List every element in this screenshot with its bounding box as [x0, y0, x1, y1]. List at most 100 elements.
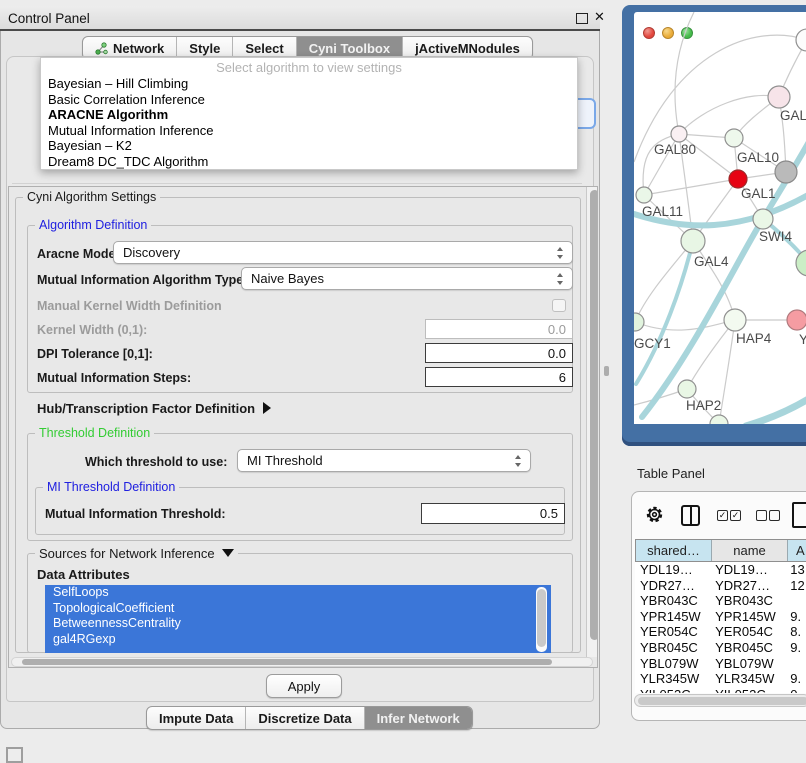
node-label: GAL1 [741, 186, 776, 201]
table-row[interactable]: YIL052CYIL052C0. [635, 687, 806, 693]
node-label: GAL10 [737, 150, 779, 165]
network-node-gal4[interactable] [681, 229, 705, 253]
algorithm-definition-title: Algorithm Definition [35, 218, 151, 232]
network-node-hap2[interactable] [678, 380, 696, 398]
network-view-window: GAL GAL80 GAL10 GAL1 GAL11 SWI4 GAL4 GCY… [622, 5, 806, 446]
table-horizontal-scrollbar[interactable] [634, 694, 806, 707]
function-builder-icon[interactable] [792, 502, 806, 528]
data-attributes-label: Data Attributes [37, 567, 130, 582]
aracne-mode-label: Aracne Mode: [37, 247, 120, 261]
columns-icon[interactable] [681, 505, 700, 526]
column-header-name[interactable]: name [712, 540, 788, 561]
network-node-gal11[interactable] [636, 187, 652, 203]
dpi-tolerance-label: DPI Tolerance [0,1]: [37, 347, 153, 361]
node-label: GAL [780, 108, 806, 123]
data-attributes-list: SelfLoops TopologicalCoefficient Between… [45, 585, 551, 653]
node-label: GAL11 [642, 204, 683, 219]
network-node-gal80[interactable] [671, 126, 687, 142]
collapse-arrow-icon [222, 549, 234, 557]
kernel-width-label: Kernel Width (0,1): [37, 323, 147, 337]
table-row[interactable]: YLR345WYLR345W9. [635, 671, 806, 687]
network-node-gcy1[interactable] [634, 313, 644, 331]
algorithm-dropdown-list: Select algorithm to view settings Bayesi… [40, 57, 578, 170]
algorithm-option[interactable]: Dream8 DC_TDC Algorithm [41, 154, 577, 170]
cyni-settings-scrollpane: Cyni Algorithm Settings Algorithm Defini… [8, 186, 598, 668]
deselect-all-icon[interactable] [769, 510, 780, 521]
manual-kernel-checkbox[interactable] [552, 299, 566, 312]
table-row[interactable]: YBL079WYBL079W [635, 656, 806, 672]
mi-steps-field[interactable]: 6 [425, 367, 573, 387]
which-threshold-combo[interactable]: MI Threshold [237, 449, 531, 472]
float-panel-icon[interactable] [576, 13, 588, 24]
network-node-hap4[interactable] [724, 309, 746, 331]
column-header-shared-name[interactable]: shared… [636, 540, 712, 561]
panel-divider-grip[interactable] [604, 366, 609, 376]
combo-spinner-icon [557, 273, 564, 285]
algorithm-option[interactable]: Basic Correlation Inference [41, 92, 577, 108]
expand-arrow-icon [263, 402, 271, 414]
hub-definition-toggle[interactable]: Hub/Transcription Factor Definition [37, 401, 271, 416]
attribute-item[interactable]: BetweennessCentrality [45, 616, 551, 632]
control-panel-titlebar [0, 6, 600, 31]
gear-icon[interactable] [645, 505, 664, 524]
algorithm-option[interactable]: Mutual Information Inference [41, 123, 577, 139]
panel-title: Control Panel [8, 11, 90, 26]
network-node-pink[interactable] [787, 310, 806, 330]
collapsed-panel-icon[interactable] [6, 747, 23, 763]
network-node[interactable] [796, 250, 806, 276]
node-label: GAL80 [654, 142, 696, 157]
group-divider-line [12, 183, 582, 184]
sources-toggle[interactable]: Sources for Network Inference [35, 546, 238, 561]
table-panel-title: Table Panel [637, 466, 705, 481]
table-row[interactable]: YDL19…YDL19…13 [635, 562, 806, 578]
network-node[interactable] [796, 29, 806, 51]
group-title: Cyni Algorithm Settings [23, 190, 160, 204]
attribute-item[interactable]: SelfLoops [45, 585, 551, 601]
algorithm-option[interactable]: Bayesian – Hill Climbing [41, 76, 577, 92]
cyni-mode-tabbar: Impute Data Discretize Data Infer Networ… [146, 706, 473, 730]
mi-type-combo[interactable]: Naive Bayes [241, 267, 573, 290]
table-row[interactable]: YDR27…YDR27…12 [635, 578, 806, 594]
combo-spinner-icon [557, 247, 564, 259]
deselect-all-icon[interactable] [756, 510, 767, 521]
settings-horizontal-scrollbar[interactable] [11, 657, 593, 667]
network-node-gal2[interactable] [768, 86, 790, 108]
mi-threshold-title: MI Threshold Definition [43, 480, 179, 494]
tab-impute-data[interactable]: Impute Data [147, 707, 245, 729]
threshold-definition-title: Threshold Definition [35, 426, 154, 440]
mi-steps-label: Mutual Information Steps: [37, 371, 191, 385]
algorithm-option-selected[interactable]: ARACNE Algorithm [41, 107, 577, 123]
network-node-gal10[interactable] [725, 129, 743, 147]
network-node-swi4[interactable] [753, 209, 773, 229]
select-all-icon[interactable]: ✓ [730, 510, 741, 521]
tab-discretize-data[interactable]: Discretize Data [245, 707, 363, 729]
list-vertical-scrollbar[interactable] [536, 587, 547, 652]
node-label: HAP2 [686, 398, 721, 413]
table-row[interactable]: YPR145WYPR145W9. [635, 609, 806, 625]
table-body: YDL19…YDL19…13 YDR27…YDR27…12 YBR043CYBR… [635, 562, 806, 693]
network-graph-icon [95, 42, 108, 55]
close-icon[interactable]: ✕ [594, 9, 605, 25]
dpi-tolerance-field[interactable]: 0.0 [425, 343, 573, 363]
apply-button[interactable]: Apply [266, 674, 342, 698]
tab-infer-network[interactable]: Infer Network [364, 707, 472, 729]
network-canvas[interactable]: GAL GAL80 GAL10 GAL1 GAL11 SWI4 GAL4 GCY… [634, 12, 806, 424]
tab-network-label: Network [113, 41, 164, 56]
combo-spinner-icon [515, 455, 522, 467]
settings-vertical-scrollbar[interactable] [586, 187, 598, 657]
manual-kernel-label: Manual Kernel Width Definition [37, 299, 222, 313]
network-node[interactable] [710, 415, 728, 424]
algorithm-option[interactable]: Bayesian – K2 [41, 138, 577, 154]
dropdown-hint: Select algorithm to view settings [41, 60, 577, 76]
table-row[interactable]: YBR045CYBR045C9. [635, 640, 806, 656]
table-row[interactable]: YBR043CYBR043C [635, 593, 806, 609]
kernel-width-field[interactable]: 0.0 [425, 319, 573, 339]
table-header-row: shared… name A [635, 539, 806, 562]
attribute-item[interactable]: TopologicalCoefficient [45, 601, 551, 617]
aracne-mode-combo[interactable]: Discovery [113, 241, 573, 264]
mi-threshold-field[interactable]: 0.5 [421, 503, 565, 524]
select-all-icon[interactable]: ✓ [717, 510, 728, 521]
attribute-item[interactable]: gal4RGexp [45, 632, 551, 648]
table-row[interactable]: YER054CYER054C8. [635, 624, 806, 640]
column-header-partial[interactable]: A [788, 540, 806, 561]
